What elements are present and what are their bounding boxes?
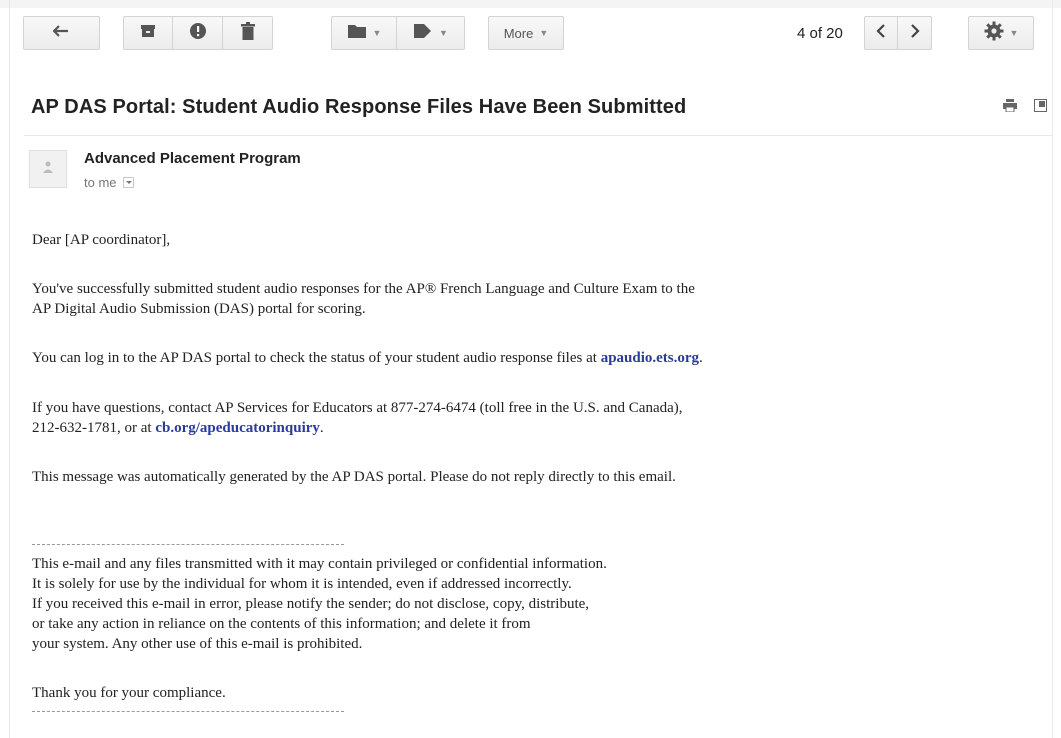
pager-count: 4 of 20 <box>797 25 843 42</box>
print-icon[interactable] <box>1003 99 1017 117</box>
more-label: More <box>503 25 534 41</box>
paragraph-end: . <box>319 420 324 436</box>
auto-generated-notice: This message was automatically generated… <box>32 469 676 485</box>
pager-nav-group <box>864 16 932 50</box>
move-to-button[interactable]: ▼ <box>331 16 397 50</box>
dashed-separator <box>32 544 344 545</box>
disclaimer-line: If you received this e-mail in error, pl… <box>32 596 590 612</box>
archive-icon <box>140 24 156 43</box>
paragraph-contact: 212-632-1781, or at cb.org/apeducatorinq… <box>32 418 324 438</box>
more-button[interactable]: More ▼ <box>488 16 564 50</box>
person-icon <box>41 160 55 179</box>
report-spam-icon <box>189 22 207 45</box>
recipient-details-toggle[interactable] <box>122 177 134 188</box>
organize-button-group: ▼ ▼ <box>331 16 465 50</box>
inquiry-link[interactable]: cb.org/apeducatorinquiry <box>155 420 320 436</box>
paragraph-end: . <box>699 350 703 366</box>
chevron-down-icon: ▼ <box>539 28 549 38</box>
chevron-down-icon: ▼ <box>439 28 448 38</box>
tag-icon <box>413 23 433 44</box>
paragraph-text: You can log in to the AP DAS portal to c… <box>32 350 601 366</box>
paragraph-line: AP Digital Audio Submission (DAS) portal… <box>32 301 366 317</box>
disclaimer-line: or take any action in reliance on the co… <box>32 616 531 632</box>
arrow-left-icon <box>51 24 71 42</box>
folder-icon <box>347 23 367 44</box>
settings-button[interactable]: ▼ <box>968 16 1034 50</box>
labels-button[interactable]: ▼ <box>397 16 465 50</box>
paragraph-line: You've successfully submitted student au… <box>32 281 695 297</box>
email-subject: AP DAS Portal: Student Audio Response Fi… <box>31 96 687 118</box>
new-window-icon[interactable] <box>1034 99 1047 117</box>
window-top-edge <box>0 0 1061 8</box>
paragraph-status: You can log in to the AP DAS portal to c… <box>32 348 703 368</box>
thanks-line: Thank you for your compliance. <box>32 685 226 701</box>
report-spam-button[interactable] <box>173 16 223 50</box>
recipient-line: to me <box>84 175 134 190</box>
newer-button[interactable] <box>864 16 898 50</box>
action-button-group <box>123 16 273 50</box>
disclaimer-line: It is solely for use by the individual f… <box>32 576 572 592</box>
recipient-label: to me <box>84 175 117 190</box>
apaudio-link[interactable]: apaudio.ets.org <box>601 350 699 366</box>
chevron-down-icon: ▼ <box>372 28 382 38</box>
window-right-edge <box>1052 0 1053 738</box>
delete-button[interactable] <box>223 16 273 50</box>
disclaimer-line: This e-mail and any files transmitted wi… <box>32 556 607 572</box>
trash-icon <box>240 21 255 45</box>
back-button[interactable] <box>23 16 100 50</box>
archive-button[interactable] <box>123 16 173 50</box>
greeting: Dear [AP coordinator], <box>32 232 171 248</box>
subject-divider <box>24 135 1052 136</box>
sender-name[interactable]: Advanced Placement Program <box>84 150 301 167</box>
dashed-separator <box>32 711 344 712</box>
paragraph-line: If you have questions, contact AP Servic… <box>32 400 683 416</box>
disclaimer-line: your system. Any other use of this e-mai… <box>32 636 363 652</box>
chevron-down-icon: ▼ <box>1009 28 1019 38</box>
paragraph-text: 212-632-1781, or at <box>32 420 156 436</box>
older-button[interactable] <box>898 16 932 50</box>
gear-icon <box>984 21 1004 46</box>
chevron-right-icon <box>910 23 920 44</box>
avatar[interactable] <box>29 150 67 188</box>
chevron-left-icon <box>876 23 886 44</box>
window-left-edge <box>9 0 10 738</box>
